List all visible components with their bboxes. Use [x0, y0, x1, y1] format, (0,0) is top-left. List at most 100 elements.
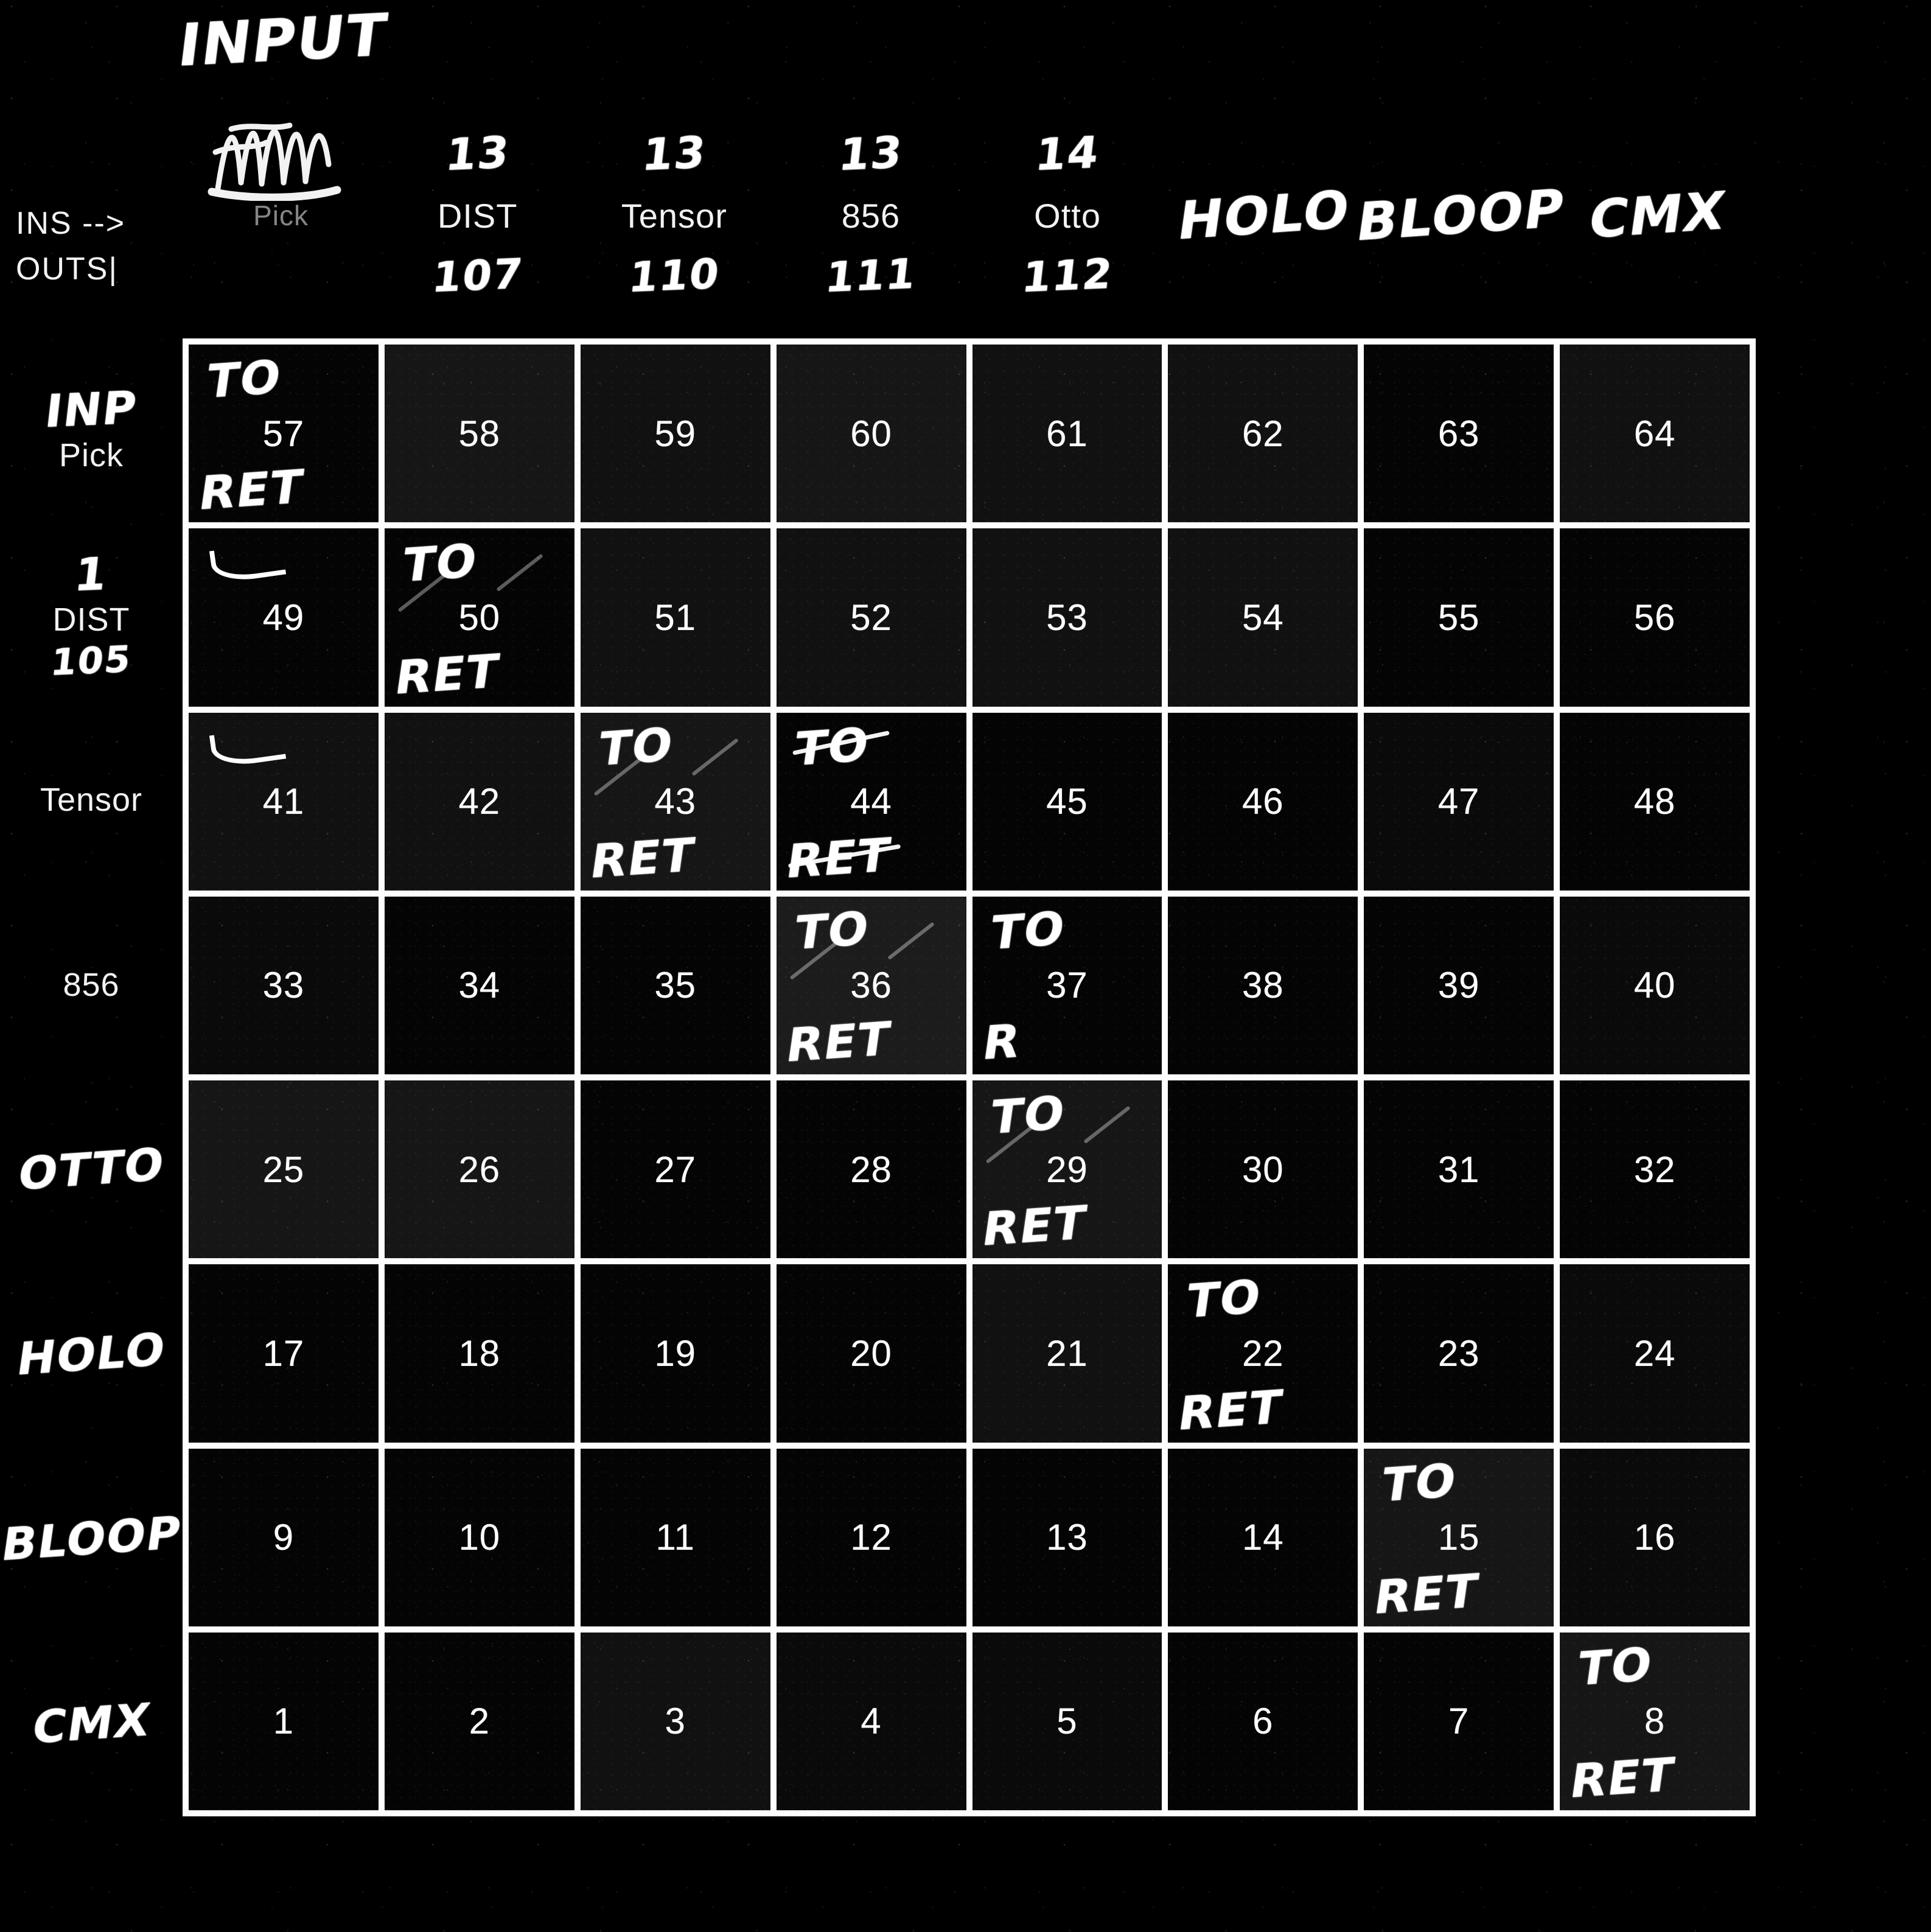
column-header-bloop[interactable]: BLOOP — [1353, 0, 1569, 338]
matrix-cell-61[interactable]: 61 — [972, 345, 1162, 523]
row-label: Pick — [58, 436, 124, 474]
matrix-cell-6[interactable]: 6 — [1168, 1632, 1358, 1810]
matrix-cell-46[interactable]: 46 — [1168, 712, 1358, 891]
row-header-bloop[interactable]: BLOOP — [0, 1447, 185, 1632]
cell-number: 38 — [1241, 965, 1284, 1006]
matrix-cell-26[interactable]: 26 — [384, 1080, 574, 1259]
matrix-cell-10[interactable]: 10 — [384, 1448, 574, 1626]
matrix-cell-53[interactable]: 53 — [972, 528, 1162, 707]
chalk-slash-mark — [1083, 1105, 1131, 1144]
matrix-cell-23[interactable]: 23 — [1364, 1264, 1554, 1443]
matrix-cell-1[interactable]: 1 — [189, 1632, 379, 1810]
column-header-dist[interactable]: 13 DIST 107 — [379, 0, 576, 338]
matrix-cell-52[interactable]: 52 — [776, 528, 966, 707]
matrix-cell-29[interactable]: 29 TO RET — [972, 1080, 1162, 1259]
matrix-cell-18[interactable]: 18 — [384, 1264, 574, 1443]
row-header-856[interactable]: 856 — [0, 893, 183, 1078]
cell-number: 30 — [1241, 1149, 1284, 1190]
matrix-cell-12[interactable]: 12 — [776, 1448, 966, 1626]
matrix-cell-31[interactable]: 31 — [1364, 1080, 1554, 1259]
matrix-cell-24[interactable]: 24 — [1560, 1264, 1750, 1443]
matrix-cell-33[interactable]: 33 — [189, 896, 379, 1074]
matrix-cell-22[interactable]: 22 TO RET — [1168, 1264, 1358, 1443]
matrix-cell-48[interactable]: 48 — [1560, 712, 1750, 891]
matrix-cell-5[interactable]: 5 — [972, 1632, 1162, 1810]
matrix-cell-59[interactable]: 59 — [580, 345, 770, 523]
axis-legend: INS --> OUTS| — [16, 201, 180, 293]
matrix-cell-44[interactable]: 44TORET — [776, 712, 966, 891]
matrix-cell-32[interactable]: 32 — [1560, 1080, 1750, 1259]
matrix-cell-55[interactable]: 55 — [1364, 528, 1554, 707]
matrix-cell-30[interactable]: 30 — [1168, 1080, 1358, 1259]
column-header-cmx[interactable]: CMX — [1559, 0, 1756, 338]
matrix-cell-7[interactable]: 7 — [1364, 1632, 1554, 1810]
cell-number: 31 — [1437, 1149, 1480, 1190]
matrix-cell-42[interactable]: 42 — [384, 712, 574, 891]
annotation-ret-label: RET — [1566, 1747, 1678, 1808]
matrix-cell-36[interactable]: 36 TO RET — [776, 896, 966, 1074]
matrix-cell-47[interactable]: 47 — [1364, 712, 1554, 891]
matrix-cell-58[interactable]: 58 — [384, 345, 574, 523]
row-bottom-number: 105 — [48, 637, 134, 684]
column-label: DIST — [437, 196, 518, 235]
matrix-cell-54[interactable]: 54 — [1168, 528, 1358, 707]
cell-number: 2 — [469, 1701, 490, 1742]
matrix-cell-62[interactable]: 62 — [1168, 345, 1358, 523]
matrix-cell-15[interactable]: 15 TO RET — [1364, 1448, 1554, 1626]
matrix-cell-4[interactable]: 4 — [776, 1632, 966, 1810]
cell-number: 7 — [1448, 1701, 1470, 1742]
cell-number: 33 — [262, 965, 305, 1006]
chalk-slash-mark — [887, 922, 935, 961]
matrix-cell-41[interactable]: 41 — [189, 712, 379, 891]
matrix-cell-27[interactable]: 27 — [580, 1080, 770, 1259]
column-header-otto[interactable]: 14 Otto 112 — [969, 0, 1166, 338]
matrix-cell-64[interactable]: 64 — [1560, 345, 1750, 523]
matrix-cell-38[interactable]: 38 — [1168, 896, 1358, 1074]
matrix-cell-49[interactable]: 49 — [189, 528, 379, 707]
matrix-cell-20[interactable]: 20 — [776, 1264, 966, 1443]
column-header-856[interactable]: 13 856 111 — [772, 0, 969, 338]
cell-number: 16 — [1633, 1517, 1676, 1558]
routing-matrix-grid[interactable]: 57 TO RET 58 59 60 61 62 63 64 49 50 TO RET 51 52 53 54 55… — [183, 338, 1756, 1816]
matrix-cell-50[interactable]: 50 TO RET — [384, 528, 574, 707]
matrix-cell-45[interactable]: 45 — [972, 712, 1162, 891]
matrix-cell-3[interactable]: 3 — [580, 1632, 770, 1810]
matrix-cell-8[interactable]: 8 TO RET — [1560, 1632, 1750, 1810]
row-header-tensor[interactable]: Tensor — [0, 708, 183, 893]
matrix-cell-28[interactable]: 28 — [776, 1080, 966, 1259]
matrix-cell-43[interactable]: 43 TO RET — [580, 712, 770, 891]
matrix-cell-39[interactable]: 39 — [1364, 896, 1554, 1074]
matrix-cell-51[interactable]: 51 — [580, 528, 770, 707]
matrix-cell-21[interactable]: 21 — [972, 1264, 1162, 1443]
matrix-cell-14[interactable]: 14 — [1168, 1448, 1358, 1626]
matrix-cell-11[interactable]: 11 — [580, 1448, 770, 1626]
matrix-cell-17[interactable]: 17 — [189, 1264, 379, 1443]
row-top-number: 1 — [72, 547, 111, 601]
row-header-pick[interactable]: INP Pick — [0, 338, 183, 523]
matrix-cell-63[interactable]: 63 — [1364, 345, 1554, 523]
column-header-tensor[interactable]: 13 Tensor 110 — [576, 0, 772, 338]
row-header-holo[interactable]: HOLO — [0, 1262, 183, 1447]
matrix-cell-40[interactable]: 40 — [1560, 896, 1750, 1074]
row-header-dist[interactable]: 1 DIST 105 — [0, 523, 183, 709]
matrix-cell-9[interactable]: 9 — [189, 1448, 379, 1626]
row-header-otto[interactable]: OTTO — [0, 1077, 183, 1262]
matrix-cell-57[interactable]: 57 TO RET — [189, 345, 379, 523]
matrix-cell-13[interactable]: 13 — [972, 1448, 1162, 1626]
matrix-cell-37[interactable]: 37 TO R — [972, 896, 1162, 1074]
row-header-cmx[interactable]: CMX — [0, 1632, 183, 1817]
annotation-to-label: TO — [986, 901, 1069, 961]
matrix-cell-2[interactable]: 2 — [384, 1632, 574, 1810]
annotation-ret-label: RET — [979, 1195, 1091, 1257]
matrix-cell-35[interactable]: 35 — [580, 896, 770, 1074]
column-header-holo[interactable]: HOLO — [1166, 0, 1363, 338]
matrix-cell-19[interactable]: 19 — [580, 1264, 770, 1443]
matrix-cell-60[interactable]: 60 — [776, 345, 966, 523]
matrix-cell-34[interactable]: 34 — [384, 896, 574, 1074]
matrix-cell-56[interactable]: 56 — [1560, 528, 1750, 707]
matrix-cell-25[interactable]: 25 — [189, 1080, 379, 1259]
cell-number: 23 — [1437, 1332, 1480, 1374]
column-label: CMX — [1585, 180, 1730, 251]
matrix-cell-16[interactable]: 16 — [1560, 1448, 1750, 1626]
cell-number: 53 — [1046, 597, 1088, 638]
